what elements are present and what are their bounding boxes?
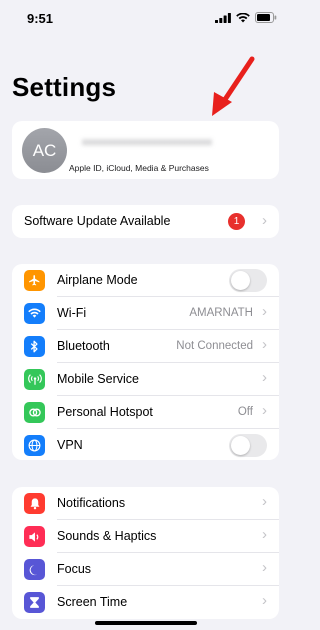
update-badge: 1 bbox=[228, 213, 245, 230]
personal-hotspot-row[interactable]: Personal Hotspot Off › bbox=[12, 396, 279, 429]
screen-time-label: Screen Time bbox=[57, 595, 128, 609]
software-update-label: Software Update Available bbox=[24, 214, 171, 228]
notifications-label: Notifications bbox=[57, 496, 126, 510]
mobile-service-row[interactable]: Mobile Service › bbox=[12, 363, 279, 396]
chevron-right-icon: › bbox=[262, 559, 267, 576]
airplane-mode-row[interactable]: Airplane Mode bbox=[12, 264, 279, 297]
status-bar: 9:51 bbox=[0, 0, 291, 38]
profile-subtitle: Apple ID, iCloud, Media & Purchases bbox=[69, 163, 209, 173]
profile-name-blurred: xxxxxxxxxxxxxxxxxxxxxxxxxx bbox=[82, 137, 212, 148]
connectivity-group: Airplane Mode Wi-Fi AMARNATH › Bluetooth… bbox=[12, 264, 279, 460]
chevron-right-icon: › bbox=[262, 336, 267, 353]
bell-icon bbox=[24, 493, 45, 514]
personal-hotspot-label: Personal Hotspot bbox=[57, 405, 153, 419]
vpn-label: VPN bbox=[57, 438, 83, 452]
personal-hotspot-value: Off bbox=[237, 406, 253, 418]
red-arrow-annotation bbox=[212, 56, 255, 116]
wifi-network-value: AMARNATH bbox=[189, 307, 253, 319]
bluetooth-icon bbox=[24, 336, 45, 357]
mobile-service-label: Mobile Service bbox=[57, 372, 139, 386]
toggle-knob bbox=[231, 271, 250, 290]
wifi-icon bbox=[24, 303, 45, 324]
focus-label: Focus bbox=[57, 562, 92, 576]
bluetooth-row[interactable]: Bluetooth Not Connected › bbox=[12, 330, 279, 363]
chevron-right-icon: › bbox=[262, 402, 267, 419]
screen-time-row[interactable]: Screen Time › bbox=[12, 586, 279, 619]
hotspot-icon bbox=[24, 402, 45, 423]
hourglass-icon bbox=[24, 592, 45, 613]
chevron-right-icon: › bbox=[262, 212, 267, 229]
wifi-status-icon bbox=[236, 12, 250, 22]
software-update-row[interactable]: Software Update Available 1 › bbox=[12, 205, 279, 238]
battery-icon bbox=[255, 12, 277, 23]
focus-row[interactable]: Focus › bbox=[12, 553, 279, 586]
home-indicator bbox=[95, 621, 197, 625]
status-time: 9:51 bbox=[27, 11, 54, 26]
wifi-row[interactable]: Wi-Fi AMARNATH › bbox=[12, 297, 279, 330]
vpn-row[interactable]: VPN bbox=[12, 429, 279, 460]
antenna-icon bbox=[24, 369, 45, 390]
bluetooth-label: Bluetooth bbox=[57, 339, 110, 353]
toggle-knob bbox=[231, 436, 250, 455]
cellular-signal-icon bbox=[215, 12, 231, 23]
notifications-group: Notifications › Sounds & Haptics › Focus… bbox=[12, 487, 279, 619]
chevron-right-icon: › bbox=[262, 303, 267, 320]
avatar: AC bbox=[22, 128, 67, 173]
notifications-row[interactable]: Notifications › bbox=[12, 487, 279, 520]
chevron-right-icon: › bbox=[262, 592, 267, 609]
page-title: Settings bbox=[12, 72, 117, 102]
bluetooth-status-value: Not Connected bbox=[176, 340, 253, 352]
chevron-right-icon: › bbox=[262, 493, 267, 510]
status-icons bbox=[215, 12, 277, 23]
airplane-mode-label: Airplane Mode bbox=[57, 273, 138, 287]
airplane-icon bbox=[24, 270, 45, 291]
sounds-haptics-label: Sounds & Haptics bbox=[57, 529, 157, 543]
chevron-right-icon: › bbox=[262, 369, 267, 386]
moon-icon bbox=[24, 559, 45, 580]
airplane-mode-toggle[interactable] bbox=[229, 269, 267, 292]
chevron-right-icon: › bbox=[262, 526, 267, 543]
vpn-toggle[interactable] bbox=[229, 434, 267, 457]
wifi-label: Wi-Fi bbox=[57, 306, 87, 320]
globe-icon bbox=[24, 435, 45, 456]
sounds-haptics-row[interactable]: Sounds & Haptics › bbox=[12, 520, 279, 553]
speaker-icon bbox=[24, 526, 45, 547]
